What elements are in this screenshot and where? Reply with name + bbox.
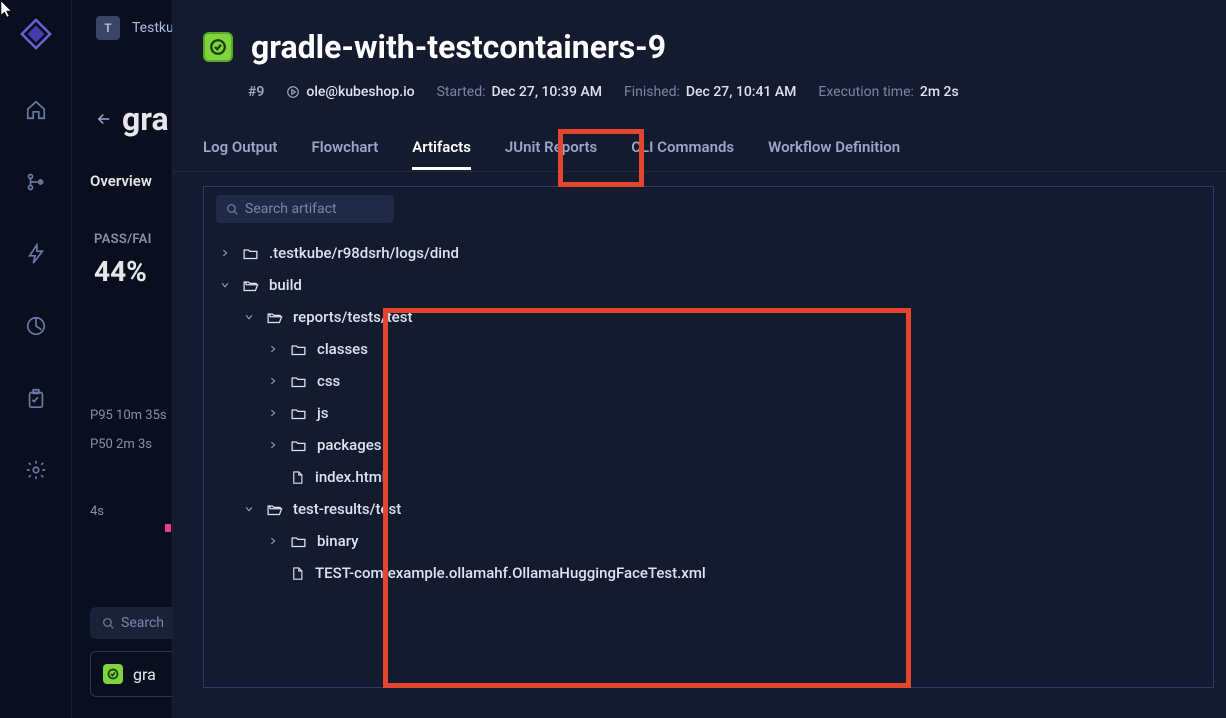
background-panel: gra Overview PASS/FAI 44% P95 10m 35s P5… — [72, 100, 180, 697]
org-badge[interactable]: T — [96, 16, 120, 40]
background-search[interactable]: Search — [90, 607, 180, 639]
tree-node-label: TEST-com.example.ollamahf.OllamaHuggingF… — [315, 564, 706, 582]
tab-flowchart[interactable]: Flowchart — [311, 138, 378, 170]
pass-fail-percent: 44% — [94, 255, 180, 288]
tree-node-label: js — [317, 404, 328, 422]
triggers-icon[interactable] — [16, 234, 56, 274]
folder-icon — [242, 245, 259, 262]
tree-node-js[interactable]: js — [204, 397, 1213, 429]
tree-node-label: packages — [317, 436, 382, 454]
back-button[interactable] — [90, 105, 118, 133]
partial-title: gra — [122, 100, 169, 138]
folder-icon — [290, 341, 307, 358]
overview-label: Overview — [90, 172, 180, 190]
app-logo[interactable] — [18, 16, 54, 52]
chevron-down-icon — [218, 280, 232, 290]
p4s-stat: 4s — [90, 504, 180, 519]
meta-row: #9 ole@kubeshop.io Started: Dec 27, 10:3… — [173, 66, 1226, 100]
tree-node-build[interactable]: build — [204, 269, 1213, 301]
chevron-right-icon — [266, 376, 280, 386]
success-badge — [103, 664, 123, 684]
execution-panel: gradle-with-testcontainers-9 #9 ole@kube… — [172, 0, 1226, 718]
search-placeholder: Search — [121, 615, 164, 631]
chevron-right-icon — [266, 440, 280, 450]
tab-log-output[interactable]: Log Output — [203, 138, 277, 170]
chevron-right-icon — [266, 344, 280, 354]
tree-node-packages[interactable]: packages — [204, 429, 1213, 461]
nav-sidebar — [0, 0, 72, 718]
chevron-right-icon — [266, 536, 280, 546]
folder-open-icon — [266, 501, 283, 518]
tab-cli-commands[interactable]: CLI Commands — [631, 138, 734, 170]
tree-node-label: css — [317, 372, 340, 390]
tree-node-test-results[interactable]: test-results/test — [204, 493, 1213, 525]
tree-node-reports[interactable]: reports/tests/test — [204, 301, 1213, 333]
tab-workflow-definition[interactable]: Workflow Definition — [768, 138, 900, 170]
tree-node-css[interactable]: css — [204, 365, 1213, 397]
exec-time-meta: Execution time: 2m 2s — [818, 84, 958, 100]
status-icon[interactable] — [16, 378, 56, 418]
tree-node-classes[interactable]: classes — [204, 333, 1213, 365]
execution-title: gradle-with-testcontainers-9 — [251, 28, 666, 66]
folder-icon — [290, 533, 307, 550]
p95-stat: P95 10m 35s — [90, 408, 180, 423]
started-meta: Started: Dec 27, 10:39 AM — [437, 84, 602, 100]
artifact-tree: .testkube/r98dsrh/logs/dind build report… — [204, 237, 1213, 589]
tree-node-label: test-results/test — [293, 500, 401, 518]
tabs: Log Output Flowchart Artifacts JUnit Rep… — [173, 100, 1226, 171]
folder-icon — [290, 405, 307, 422]
artifacts-content: .testkube/r98dsrh/logs/dind build report… — [203, 186, 1214, 688]
tab-artifacts[interactable]: Artifacts — [412, 138, 471, 170]
folder-icon — [290, 373, 307, 390]
topbar: T Testkub — [72, 0, 182, 56]
pink-marker — [165, 524, 171, 532]
row-name: gra — [133, 665, 156, 684]
add-workflow-icon[interactable] — [16, 162, 56, 202]
search-icon — [102, 617, 115, 630]
tree-node-label: reports/tests/test — [293, 308, 412, 326]
chevron-right-icon — [266, 408, 280, 418]
tree-node-index-html[interactable]: index.html — [204, 461, 1213, 493]
artifact-search-input[interactable] — [245, 201, 375, 217]
p50-stat: P50 2m 3s — [90, 437, 180, 452]
run-number: #9 — [248, 84, 264, 100]
tree-node-label: index.html — [315, 468, 386, 486]
file-icon — [290, 470, 305, 485]
tree-node-testkube[interactable]: .testkube/r98dsrh/logs/dind — [204, 237, 1213, 269]
chevron-right-icon — [218, 248, 232, 258]
tree-node-label: .testkube/r98dsrh/logs/dind — [269, 244, 459, 262]
tree-node-label: build — [269, 276, 302, 294]
play-icon — [286, 85, 300, 99]
search-icon — [226, 203, 239, 216]
finished-meta: Finished: Dec 27, 10:41 AM — [624, 84, 796, 100]
tree-node-label: classes — [317, 340, 368, 358]
author-name: ole@kubeshop.io — [306, 84, 414, 100]
settings-icon[interactable] — [16, 450, 56, 490]
tree-node-label: binary — [317, 532, 358, 550]
tree-node-binary[interactable]: binary — [204, 525, 1213, 557]
folder-icon — [290, 437, 307, 454]
home-icon[interactable] — [16, 90, 56, 130]
background-row[interactable]: gra — [90, 651, 180, 697]
pass-fail-label: PASS/FAI — [94, 232, 180, 247]
file-icon — [290, 566, 305, 581]
author-meta: ole@kubeshop.io — [286, 84, 414, 100]
chevron-down-icon — [242, 504, 256, 514]
folder-open-icon — [266, 309, 283, 326]
tab-junit-reports[interactable]: JUnit Reports — [505, 138, 597, 170]
folder-open-icon — [242, 277, 259, 294]
chevron-down-icon — [242, 312, 256, 322]
tree-node-test-xml[interactable]: TEST-com.example.ollamahf.OllamaHuggingF… — [204, 557, 1213, 589]
artifact-search[interactable] — [216, 195, 394, 223]
insights-icon[interactable] — [16, 306, 56, 346]
status-success-icon — [203, 32, 233, 62]
